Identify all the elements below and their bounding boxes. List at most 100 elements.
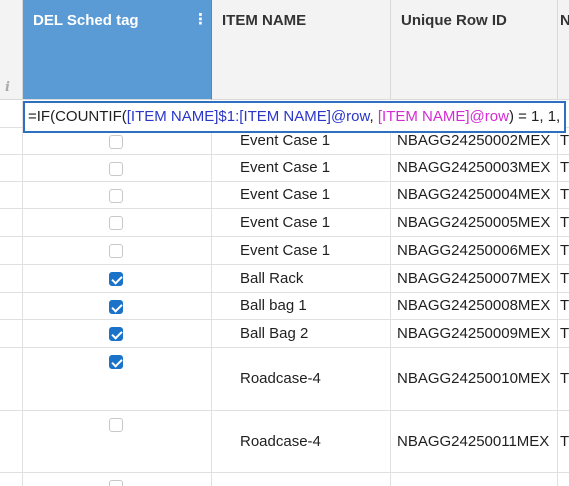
row-number-cell[interactable] xyxy=(0,128,23,155)
row-number-cell[interactable] xyxy=(0,101,23,128)
row-number-cell[interactable] xyxy=(0,320,23,348)
del-sched-tag-cell[interactable] xyxy=(23,182,212,209)
column-header-label: DEL Sched tag xyxy=(33,12,139,29)
cell-value: NBAGG24250004MEX xyxy=(397,186,551,203)
column-header-label: ITEM NAME xyxy=(222,12,307,29)
formula-editor[interactable]: =IF(COUNTIF([ITEM NAME]$1:[ITEM NAME]@ro… xyxy=(23,101,566,133)
truncated-cell[interactable]: T xyxy=(558,182,569,209)
cell-value: NBAGG24250011MEX xyxy=(397,433,550,450)
truncated-cell[interactable]: T xyxy=(558,237,569,265)
table-row: Event Case 1 NBAGG24250006MEX T xyxy=(0,237,569,265)
unique-row-id-cell[interactable]: NBAGG24250007MEX xyxy=(391,265,558,293)
del-sched-tag-cell[interactable] xyxy=(23,237,212,265)
unique-row-id-cell[interactable]: NBAGG24250005MEX xyxy=(391,209,558,237)
column-header-del-sched-tag[interactable]: DEL Sched tag ⋮ xyxy=(23,0,212,100)
del-sched-tag-cell[interactable] xyxy=(23,320,212,348)
cell-value: NBAGG24250009MEX xyxy=(397,325,551,342)
del-sched-tag-cell[interactable] xyxy=(23,155,212,182)
cell-value: T xyxy=(560,325,569,342)
cell-value: T xyxy=(560,159,569,176)
item-name-cell[interactable]: Event Case 1 xyxy=(212,237,391,265)
checkbox[interactable] xyxy=(109,216,123,230)
truncated-cell[interactable] xyxy=(558,473,569,486)
item-name-cell[interactable] xyxy=(212,473,391,486)
row-number-cell[interactable] xyxy=(0,182,23,209)
column-header-unique-row-id[interactable]: Unique Row ID xyxy=(391,0,558,100)
truncated-cell[interactable]: T xyxy=(558,320,569,348)
checkbox[interactable] xyxy=(109,162,123,176)
item-name-cell[interactable]: Ball bag 1 xyxy=(212,293,391,320)
item-name-cell[interactable]: Event Case 1 xyxy=(212,155,391,182)
formula-suffix: ) = 1, 1, 0) xyxy=(508,108,564,125)
table-row: Roadcase-4 NBAGG24250010MEX T xyxy=(0,348,569,411)
checkbox[interactable] xyxy=(109,300,123,314)
unique-row-id-cell[interactable]: NBAGG24250008MEX xyxy=(391,293,558,320)
del-sched-tag-cell[interactable] xyxy=(23,411,212,473)
del-sched-tag-cell[interactable] xyxy=(23,293,212,320)
cell-value: Event Case 1 xyxy=(240,159,331,176)
table-row: Ball Rack NBAGG24250007MEX T xyxy=(0,265,569,293)
truncated-cell[interactable]: T xyxy=(558,293,569,320)
column-header-item-name[interactable]: ITEM NAME xyxy=(212,0,391,100)
truncated-cell[interactable]: T xyxy=(558,209,569,237)
row-number-cell[interactable] xyxy=(0,473,23,486)
info-icon[interactable]: i xyxy=(5,80,10,95)
item-name-cell[interactable]: Roadcase-4 xyxy=(212,348,391,411)
cell-value: NBAGG24250003MEX xyxy=(397,159,551,176)
checkbox[interactable] xyxy=(109,135,123,149)
cell-value: NBAGG24250005MEX xyxy=(397,214,551,231)
cell-value: Event Case 1 xyxy=(240,132,331,149)
cell-value: Ball Rack xyxy=(240,270,304,287)
row-number-cell[interactable] xyxy=(0,265,23,293)
item-name-cell[interactable]: Ball Bag 2 xyxy=(212,320,391,348)
checkbox[interactable] xyxy=(109,418,123,432)
table-row: Ball bag 1 NBAGG24250008MEX T xyxy=(0,293,569,320)
unique-row-id-cell[interactable]: NBAGG24250003MEX xyxy=(391,155,558,182)
unique-row-id-cell[interactable]: NBAGG24250010MEX xyxy=(391,348,558,411)
column-header-label: Unique Row ID xyxy=(401,12,507,29)
cell-value: NBAGG24250008MEX xyxy=(397,297,551,314)
item-name-cell[interactable]: Event Case 1 xyxy=(212,182,391,209)
row-number-cell[interactable] xyxy=(0,155,23,182)
unique-row-id-cell[interactable] xyxy=(391,473,558,486)
row-number-cell[interactable] xyxy=(0,293,23,320)
column-menu-icon[interactable]: ⋮ xyxy=(193,10,208,28)
cell-value: Roadcase-4 xyxy=(240,433,321,450)
cell-value: T xyxy=(560,186,569,203)
unique-row-id-cell[interactable]: NBAGG24250011MEX xyxy=(391,411,558,473)
row-number-cell[interactable] xyxy=(0,411,23,473)
truncated-cell[interactable]: T xyxy=(558,155,569,182)
cell-value: T xyxy=(560,242,569,259)
row-number-cell[interactable] xyxy=(0,348,23,411)
checkbox[interactable] xyxy=(109,244,123,258)
checkbox[interactable] xyxy=(109,327,123,341)
item-name-cell[interactable]: Event Case 1 xyxy=(212,209,391,237)
del-sched-tag-cell[interactable] xyxy=(23,348,212,411)
checkbox[interactable] xyxy=(109,355,123,369)
checkbox[interactable] xyxy=(109,272,123,286)
del-sched-tag-cell[interactable] xyxy=(23,473,212,486)
cell-value: T xyxy=(560,132,569,149)
formula-range-ref: [ITEM NAME]$1:[ITEM NAME]@row xyxy=(126,108,370,125)
checkbox[interactable] xyxy=(109,480,123,486)
row-number-cell[interactable] xyxy=(0,209,23,237)
table-row: Roadcase-4 NBAGG24250011MEX T xyxy=(0,411,569,473)
row-number-header: i xyxy=(0,0,23,100)
column-header-truncated[interactable]: N xyxy=(558,0,569,100)
row-number-cell[interactable] xyxy=(0,237,23,265)
del-sched-tag-cell[interactable] xyxy=(23,265,212,293)
truncated-cell[interactable]: T xyxy=(558,265,569,293)
unique-row-id-cell[interactable]: NBAGG24250004MEX xyxy=(391,182,558,209)
truncated-cell[interactable]: T xyxy=(558,411,569,473)
item-name-cell[interactable]: Ball Rack xyxy=(212,265,391,293)
cell-value: Ball Bag 2 xyxy=(240,325,309,342)
checkbox[interactable] xyxy=(109,189,123,203)
del-sched-tag-cell[interactable] xyxy=(23,209,212,237)
cell-value: NBAGG24250007MEX xyxy=(397,270,551,287)
unique-row-id-cell[interactable]: NBAGG24250006MEX xyxy=(391,237,558,265)
table-row xyxy=(0,473,569,486)
unique-row-id-cell[interactable]: NBAGG24250009MEX xyxy=(391,320,558,348)
truncated-cell[interactable]: T xyxy=(558,348,569,411)
cell-value: T xyxy=(560,214,569,231)
item-name-cell[interactable]: Roadcase-4 xyxy=(212,411,391,473)
